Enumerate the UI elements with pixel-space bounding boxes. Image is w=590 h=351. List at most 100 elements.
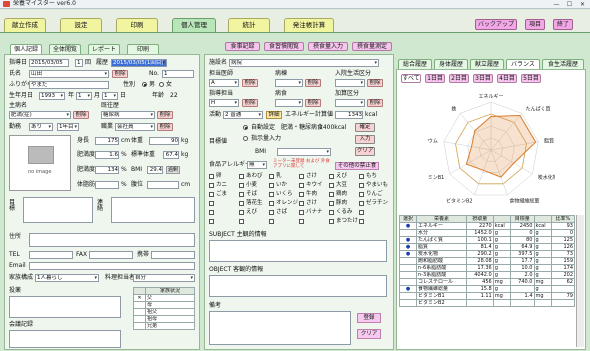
contact-textarea[interactable] [111, 197, 195, 223]
food-checkbox[interactable] [239, 174, 244, 179]
tab-menu-create[interactable]: 献立作成 [4, 18, 46, 32]
food-checkbox[interactable] [359, 192, 364, 197]
subject-textarea[interactable] [209, 240, 387, 262]
close-button[interactable]: ✕ [577, 1, 588, 8]
subtab-report[interactable]: レポート [88, 44, 120, 54]
name-delete-button[interactable]: 削除 [112, 70, 128, 78]
intake-measure-button[interactable]: 摂食量測定 [352, 42, 392, 51]
table-row[interactable]: ● 食物繊維総量 15.8 g g [398, 285, 576, 293]
tel-field[interactable] [29, 251, 73, 259]
auto-set-radio[interactable] [243, 125, 248, 130]
table-row[interactable]: ● たんぱく質 100.1 g 80 g 125 [398, 236, 576, 244]
table-row[interactable]: ✕ 父 [133, 294, 195, 302]
intake-input-button[interactable]: 摂食量入力 [308, 42, 348, 51]
rtab-lifestyle[interactable]: 食生活履歴 [542, 59, 584, 69]
birth-year-select[interactable]: 1993 [39, 92, 65, 100]
food-checkbox[interactable] [209, 201, 214, 206]
height-field[interactable]: 175 [95, 137, 119, 145]
dietitian-delete-button[interactable]: 削除 [242, 99, 258, 107]
food-checkbox[interactable] [359, 174, 364, 179]
table-row[interactable]: n-3系脂肪酸 4042.0 g 2.0 g 202 [398, 271, 576, 279]
position-delete-button[interactable]: 削除 [157, 123, 173, 131]
institution-select[interactable]: 病院 [229, 59, 379, 67]
food-checkbox[interactable] [329, 219, 334, 224]
food-checkbox[interactable] [329, 201, 334, 206]
activity-select[interactable]: 2 普通 [223, 111, 263, 119]
birth-month-select[interactable]: 1 [76, 92, 92, 100]
period-day4-button[interactable]: 4日目 [497, 74, 517, 83]
birth-day-select[interactable]: 1 [102, 92, 118, 100]
food-checkbox[interactable] [269, 201, 274, 206]
tab-order-calc[interactable]: 発注帳計算 [284, 18, 334, 32]
period-day5-button[interactable]: 5日目 [521, 74, 541, 83]
food-checkbox[interactable] [299, 219, 304, 224]
occupation-time-select[interactable]: 1年目 [57, 123, 79, 131]
disease-delete-button[interactable]: 削除 [73, 111, 89, 119]
manual-radio[interactable] [243, 136, 248, 141]
food-checkbox[interactable] [329, 174, 334, 179]
bmi2-select[interactable] [277, 148, 331, 156]
rtab-menu[interactable]: 献立履歴 [470, 59, 504, 69]
input-button[interactable]: 入力 [355, 135, 375, 144]
complication-field[interactable]: 糖尿病 [101, 111, 155, 119]
habit-view-button[interactable]: 食習慣閲覧 [264, 42, 304, 51]
mobile-field[interactable] [151, 251, 195, 259]
subtab-print[interactable]: 印刷 [127, 44, 159, 54]
rtab-balance[interactable]: バランス [506, 59, 540, 69]
email-field[interactable] [29, 262, 195, 270]
food-checkbox[interactable] [239, 210, 244, 215]
subtab-personal-record[interactable]: 個人記録 [10, 44, 42, 54]
food-checkbox[interactable] [209, 192, 214, 197]
food-checkbox[interactable] [359, 210, 364, 215]
weight-field[interactable]: 90 [149, 137, 179, 145]
food-checkbox[interactable] [269, 192, 274, 197]
medication-textarea[interactable] [9, 296, 121, 318]
family-select[interactable]: 1人暮らし [35, 274, 99, 282]
confirm-button[interactable]: 確定 [355, 123, 375, 132]
table-row[interactable]: 祖父 [133, 308, 195, 316]
goal-textarea[interactable] [23, 197, 93, 223]
record-date-field[interactable]: 2015/03/05 [29, 59, 69, 67]
food-checkbox[interactable] [209, 183, 214, 188]
backup-button[interactable]: バックアップ [475, 19, 517, 30]
complication-delete-button[interactable]: 削除 [157, 111, 173, 119]
fax-field[interactable] [89, 251, 133, 259]
food-checkbox[interactable] [299, 183, 304, 188]
rtab-body[interactable]: 身体履歴 [434, 59, 468, 69]
table-row[interactable]: ● 脂質 81.4 g 64.9 g 126 [398, 243, 576, 251]
food-checkbox[interactable] [299, 201, 304, 206]
tab-print[interactable]: 印刷 [116, 18, 158, 32]
history-select[interactable]: 2015/03/05(1回目) [111, 59, 167, 67]
allergy-select[interactable]: 無 [247, 161, 267, 169]
food-checkbox[interactable] [239, 219, 244, 224]
clear-button[interactable]: クリア [357, 329, 381, 339]
female-radio[interactable] [159, 82, 164, 87]
period-day2-button[interactable]: 2日目 [449, 74, 469, 83]
waist-field[interactable] [147, 181, 179, 189]
table-row[interactable]: ● エネルギー 2270 kcal 2450 kcal 93 [398, 222, 576, 230]
activity-detail-button[interactable]: 詳細 [266, 111, 282, 119]
addition-select[interactable] [335, 99, 365, 107]
project-button[interactable]: 項目 [525, 19, 545, 30]
period-day3-button[interactable]: 3日目 [473, 74, 493, 83]
food-checkbox[interactable] [299, 174, 304, 179]
male-radio[interactable] [142, 82, 147, 87]
ward-delete-button[interactable]: 削除 [305, 79, 321, 87]
table-row[interactable]: 飽和脂肪酸 28.08 g 17.7 g 159 [398, 257, 576, 265]
food-checkbox[interactable] [269, 183, 274, 188]
count-field[interactable]: 1 [75, 59, 83, 67]
photo-box[interactable]: no image [9, 135, 71, 191]
table-row[interactable]: ● 炭水化物 290.2 g 397.5 g 73 [398, 250, 576, 258]
maximize-button[interactable]: ☐ [564, 1, 575, 8]
position-select[interactable]: 会社員 [115, 123, 155, 131]
other-allergy-button[interactable]: その他の禁止食 [335, 162, 379, 170]
clinic-select[interactable]: A [209, 79, 239, 87]
object-textarea[interactable] [209, 275, 387, 297]
rtab-overall[interactable]: 総合履歴 [398, 59, 432, 69]
remarks-textarea[interactable] [209, 311, 351, 345]
clear-target-button[interactable]: クリア [355, 147, 375, 156]
food-checkbox[interactable] [209, 210, 214, 215]
meal-select[interactable] [275, 99, 303, 107]
kana-field[interactable]: やまだ [29, 81, 109, 89]
tab-statistics[interactable]: 統計 [228, 18, 270, 32]
